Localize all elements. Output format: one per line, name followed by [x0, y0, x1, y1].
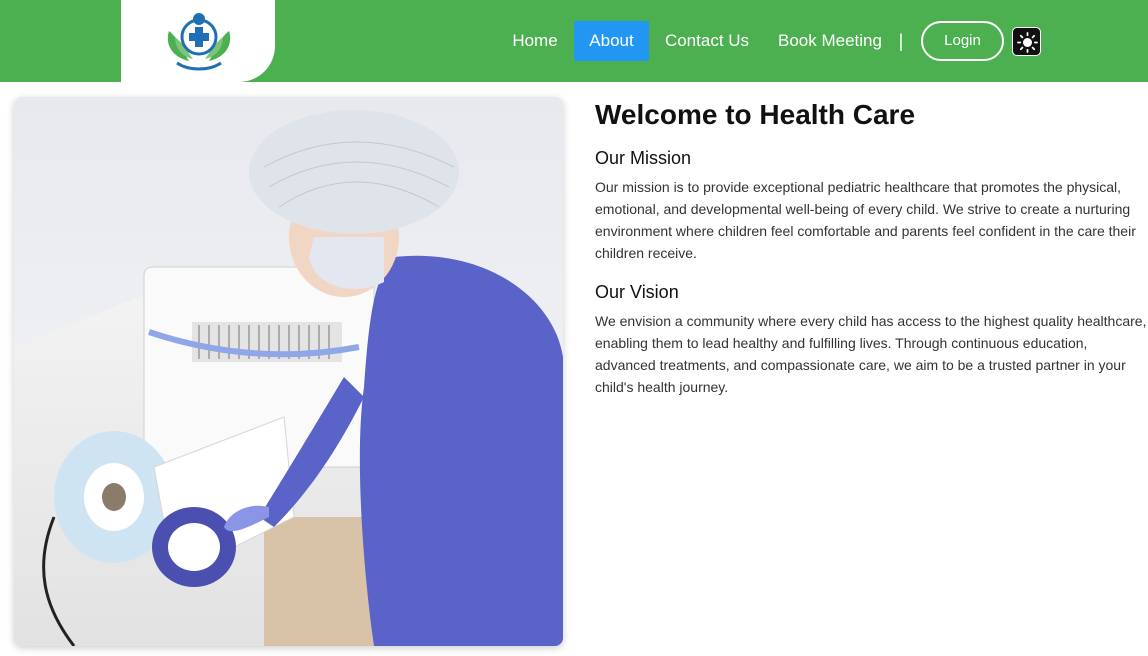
mission-heading: Our Mission [595, 148, 692, 168]
vision-heading: Our Vision [595, 282, 679, 302]
nurse-sterilizer-illustration [14, 97, 563, 646]
sun-icon [1017, 32, 1038, 53]
main-content: Welcome to Health Care Our Mission Our m… [595, 98, 1148, 398]
nav-divider: | [898, 31, 904, 51]
logo-container[interactable] [121, 0, 275, 82]
nav-about-link[interactable]: About [574, 21, 649, 61]
navbar: Home About Contact Us Book Meeting | Log… [0, 0, 1148, 82]
mission-text: Our mission is to provide exceptional pe… [595, 179, 1136, 261]
hero-image [14, 97, 563, 646]
login-button[interactable]: Login [921, 21, 1004, 61]
logo-icon [167, 13, 231, 71]
page-title: Welcome to Health Care [595, 99, 916, 130]
nav-home-link[interactable]: Home [504, 21, 566, 61]
nav-book-meeting-link[interactable]: Book Meeting [771, 21, 889, 61]
theme-toggle-button[interactable] [1012, 27, 1041, 56]
vision-text: We envision a community where every chil… [595, 313, 1147, 395]
nav-contact-link[interactable]: Contact Us [659, 21, 755, 61]
